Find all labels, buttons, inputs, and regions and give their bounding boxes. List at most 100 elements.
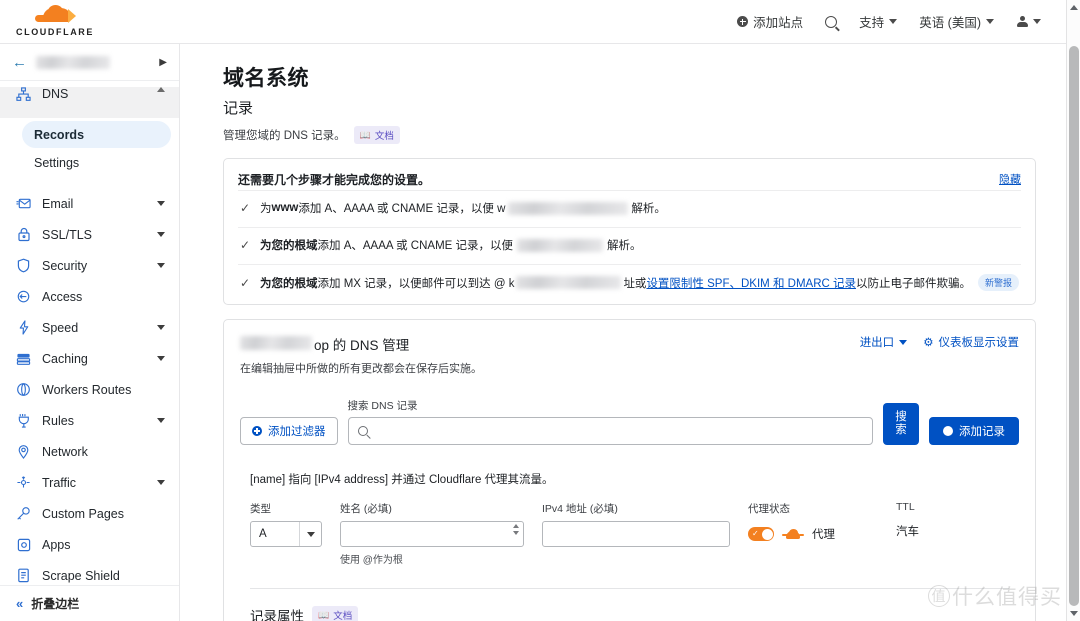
record-ipv4-input[interactable] — [542, 521, 730, 547]
sidebar-item-label: Speed — [42, 321, 78, 335]
apps-icon — [16, 537, 31, 552]
main-content: 域名系统 记录 管理您域的 DNS 记录。 📖 文档 还需要几个步骤才能完成您的… — [181, 44, 1066, 621]
chevron-double-left-icon: « — [16, 596, 21, 611]
account-menu[interactable] — [1005, 10, 1052, 34]
language-menu[interactable]: 英语 (美国) — [908, 6, 1005, 37]
lock-icon — [16, 227, 31, 242]
chevron-down-icon — [1033, 19, 1041, 24]
import-export-menu[interactable]: 进出口 — [860, 334, 908, 350]
sidebar-item-dns[interactable]: DNS — [0, 87, 179, 118]
add-record-label: 添加记录 — [959, 423, 1005, 439]
add-record-button[interactable]: 添加记录 — [929, 417, 1019, 445]
scrape-shield-icon — [16, 568, 31, 583]
check-icon: ✓ — [240, 201, 252, 215]
vertical-scrollbar[interactable] — [1066, 0, 1080, 621]
sidebar-item-scrape-shield[interactable]: Scrape Shield — [0, 560, 179, 585]
chevron-down-icon — [157, 356, 165, 361]
add-filter-button[interactable]: 添加过滤器 — [240, 417, 338, 445]
sidebar-item-access[interactable]: Access — [0, 281, 179, 312]
cloudflare-logo[interactable]: CLOUDFLARE — [16, 6, 94, 37]
setup-step-text: 为您的根域 添加 A、AAAA 或 CNAME 记录，以便 解析。 — [260, 237, 642, 253]
scroll-down-arrow-icon[interactable] — [1070, 611, 1078, 616]
sidebar-item-records[interactable]: Records — [22, 121, 171, 148]
record-type-label: 类型 — [250, 501, 322, 516]
speed-icon — [16, 320, 31, 335]
sidebar-item-label: Email — [42, 197, 73, 211]
chevron-down-icon — [889, 19, 897, 24]
chevron-down-icon — [899, 340, 907, 345]
plus-icon — [943, 426, 953, 436]
spf-dkim-dmarc-link[interactable]: 设置限制性 SPF、DKIM 和 DMARC 记录 — [646, 275, 856, 291]
support-menu[interactable]: 支持 — [848, 6, 908, 37]
logo-text: CLOUDFLARE — [16, 27, 94, 37]
setup-step-text: 为 www 添加 A、AAAA 或 CNAME 记录，以便 w 解析。 — [260, 200, 666, 216]
record-name-hint: 使用 @作为根 — [340, 551, 524, 566]
chevron-down-icon — [157, 325, 165, 330]
sidebar-item-apps[interactable]: Apps — [0, 529, 179, 560]
check-icon: ✓ — [240, 276, 252, 290]
dns-management-actions: 进出口 ⚙ 仪表板显示设置 — [860, 334, 1019, 350]
docs-badge[interactable]: 📖 文档 — [354, 126, 400, 144]
proxy-toggle[interactable]: ✓ — [748, 527, 774, 541]
sidebar-item-traffic[interactable]: Traffic — [0, 467, 179, 498]
collapse-sidebar-label: 折叠边栏 — [31, 595, 79, 612]
stepper-arrows-icon[interactable] — [513, 524, 519, 535]
chevron-down-icon — [157, 232, 165, 237]
sidebar-item-network[interactable]: Network — [0, 436, 179, 467]
workers-icon — [16, 382, 31, 397]
ttl-label: TTL — [896, 501, 986, 513]
ttl-field: TTL 汽车 — [896, 501, 986, 544]
sidebar-item-label: SSL/TLS — [42, 228, 92, 242]
search-input[interactable] — [375, 425, 864, 437]
scroll-up-arrow-icon[interactable] — [1070, 5, 1078, 10]
step-text-bold: 为您的根域 — [260, 275, 318, 291]
sidebar-nav: DNS Records Settings Email — [0, 81, 179, 585]
chevron-right-icon: ▶ — [159, 57, 167, 68]
dns-management-title-text: op 的 DNS 管理 — [314, 334, 409, 354]
page-description-row: 管理您域的 DNS 记录。 📖 文档 — [223, 126, 1036, 144]
record-attributes-title: 记录属性 — [250, 605, 304, 621]
setup-step-root: ✓ 为您的根域 添加 A、AAAA 或 CNAME 记录，以便 解析。 — [238, 227, 1021, 262]
chevron-up-icon — [157, 87, 165, 92]
search-icon — [358, 426, 368, 436]
check-icon: ✓ — [240, 238, 252, 252]
sidebar-item-custom-pages[interactable]: Custom Pages — [0, 498, 179, 529]
sidebar-item-speed[interactable]: Speed — [0, 312, 179, 343]
back-arrow-icon[interactable]: ← — [12, 55, 27, 70]
add-site-button[interactable]: 添加站点 — [726, 6, 814, 37]
add-site-label: 添加站点 — [753, 12, 803, 31]
sidebar-item-rules[interactable]: Rules — [0, 405, 179, 436]
proxy-status-value: 代理 — [812, 526, 835, 542]
scrollbar-thumb[interactable] — [1069, 46, 1079, 606]
dashboard-display-settings-button[interactable]: ⚙ 仪表板显示设置 — [923, 334, 1019, 350]
hide-setup-link[interactable]: 隐藏 — [999, 171, 1021, 187]
record-name-input[interactable] — [340, 521, 524, 547]
language-label: 英语 (美国) — [919, 12, 981, 31]
dns-icon — [16, 87, 31, 102]
collapse-sidebar-button[interactable]: « 折叠边栏 — [0, 585, 179, 621]
docs-badge[interactable]: 📖 文档 — [312, 606, 358, 621]
step-text-part: 添加 A、AAAA 或 CNAME 记录，以便 — [318, 237, 514, 253]
setup-steps-title: 还需要几个步骤才能完成您的设置。 — [238, 171, 430, 188]
dns-management-card: op 的 DNS 管理 在编辑抽屉中所做的所有更改都会在保存后实施。 进出口 ⚙… — [223, 319, 1036, 621]
sidebar-item-workers-routes[interactable]: Workers Routes — [0, 374, 179, 405]
sidebar-item-settings[interactable]: Settings — [22, 149, 171, 176]
cloudflare-cloud-icon — [35, 6, 75, 25]
sidebar-site-selector[interactable]: ← ▶ — [0, 44, 179, 81]
sidebar-item-security[interactable]: Security — [0, 250, 179, 281]
dns-management-subtitle: 在编辑抽屉中所做的所有更改都会在保存后实施。 — [240, 360, 482, 376]
proxied-cloud-icon — [782, 529, 804, 540]
sidebar-item-email[interactable]: Email — [0, 188, 179, 219]
sidebar-item-label: Apps — [42, 538, 71, 552]
record-ipv4-field: IPv4 地址 (必填) — [542, 501, 730, 547]
search-button[interactable]: 搜索 — [883, 403, 919, 445]
record-name-label: 姓名 (必填) — [340, 501, 524, 516]
chevron-down-icon — [157, 480, 165, 485]
sidebar-item-caching[interactable]: Caching — [0, 343, 179, 374]
global-search-button[interactable] — [814, 10, 848, 34]
sidebar-subnav-dns: Records Settings — [0, 118, 179, 181]
sidebar-item-ssl-tls[interactable]: SSL/TLS — [0, 219, 179, 250]
record-type-select[interactable]: A — [250, 521, 322, 547]
search-box[interactable] — [348, 417, 874, 445]
domain-redacted — [240, 336, 312, 350]
